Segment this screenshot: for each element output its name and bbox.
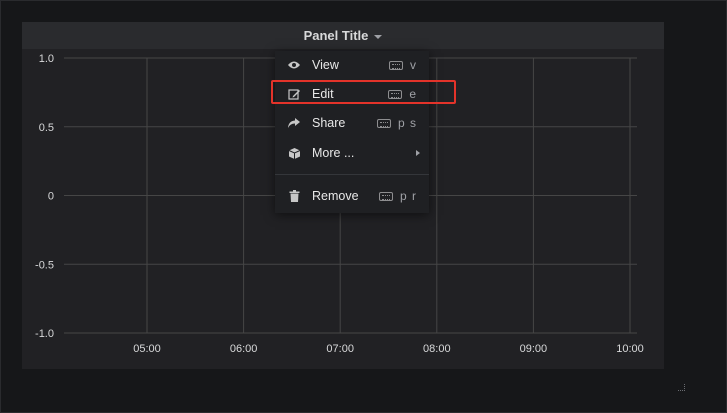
resize-handle[interactable]: [678, 384, 685, 391]
menu-item-remove[interactable]: Remove p r: [275, 182, 429, 210]
caret-down-icon: [374, 34, 383, 39]
keyboard-icon: [376, 118, 391, 128]
share-icon: [286, 115, 302, 131]
x-tick-label: 09:00: [520, 343, 548, 355]
menu-item-label: Share: [312, 116, 346, 130]
x-tick-label: 05:00: [133, 343, 161, 355]
eye-icon: [286, 57, 302, 73]
trash-icon: [286, 188, 302, 204]
menu-item-edit[interactable]: Edit e: [275, 80, 429, 108]
x-tick-label: 07:00: [326, 343, 354, 355]
keyboard-icon: [388, 89, 403, 99]
menu-item-label: Remove: [312, 189, 359, 203]
chevron-right-icon: [416, 150, 420, 156]
y-tick-label: -1.0: [35, 328, 54, 340]
x-tick-label: 10:00: [616, 343, 644, 355]
panel-header: Panel Title: [22, 22, 664, 49]
panel-title: Panel Title: [303, 28, 369, 43]
keyboard-icon: [389, 60, 403, 70]
menu-item-label: View: [312, 58, 339, 72]
menu-item-shortcut: e: [409, 87, 417, 101]
menu-item-label: More ...: [312, 146, 355, 160]
y-tick-label: -0.5: [35, 259, 54, 271]
menu-item-shortcut: p s: [397, 116, 417, 130]
panel-context-menu: View v Edit e Share p s More ... Remove …: [275, 51, 429, 213]
keyboard-icon: [378, 191, 393, 201]
edit-icon: [286, 86, 302, 102]
panel-title-dropdown[interactable]: Panel Title: [304, 28, 383, 43]
y-tick-label: 0.5: [39, 122, 54, 134]
menu-item-more[interactable]: More ...: [275, 139, 429, 167]
menu-item-view[interactable]: View v: [275, 51, 429, 79]
y-tick-label: 0: [48, 191, 54, 203]
menu-item-shortcut: v: [410, 58, 417, 72]
x-tick-label: 06:00: [230, 343, 258, 355]
cube-icon: [286, 145, 302, 161]
y-tick-label: 1.0: [39, 53, 54, 65]
menu-item-label: Edit: [312, 87, 334, 101]
x-tick-label: 08:00: [423, 343, 451, 355]
menu-divider: [275, 174, 429, 175]
menu-item-shortcut: p r: [399, 189, 417, 203]
menu-item-share[interactable]: Share p s: [275, 109, 429, 137]
